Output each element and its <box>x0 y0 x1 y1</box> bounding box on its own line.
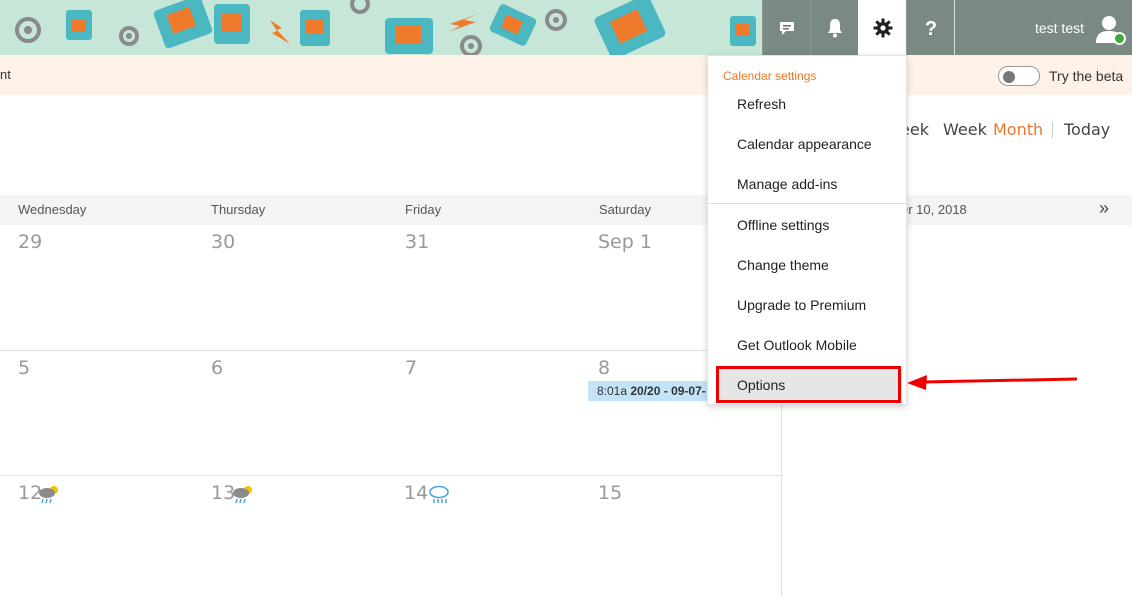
menu-separator <box>708 203 906 204</box>
user-account-button[interactable]: test test <box>955 0 1132 55</box>
day-header: Saturday <box>599 202 652 217</box>
day-cell-number[interactable]: Sep 1 <box>598 231 652 253</box>
toggle-knob <box>1003 71 1015 83</box>
menu-item-change-theme[interactable]: Change theme <box>737 257 829 273</box>
help-icon: ? <box>924 18 936 38</box>
header-actions: ? <box>762 0 954 55</box>
view-month[interactable]: Month <box>993 120 1043 139</box>
online-status-badge <box>1113 31 1126 45</box>
day-header: Wednesday <box>18 202 87 217</box>
notifications-button[interactable] <box>810 0 858 55</box>
menu-title: Calendar settings <box>723 69 817 83</box>
day-header-row: Wednesday Thursday Friday Saturday <box>0 195 781 225</box>
day-cell-number[interactable]: 6 <box>211 357 223 379</box>
week-divider <box>0 475 781 476</box>
menu-item-manage-add-ins[interactable]: Manage add-ins <box>737 176 837 192</box>
menu-item-get-outlook-mobile[interactable]: Get Outlook Mobile <box>737 337 857 353</box>
rain-sun-icon <box>233 486 252 504</box>
day-cell-number[interactable]: 30 <box>211 231 235 253</box>
day-cell-number[interactable]: 8 <box>598 357 610 379</box>
agenda-date: er 10, 2018 <box>901 202 967 217</box>
help-button[interactable]: ? <box>906 0 954 55</box>
day-cell-number[interactable]: 14 <box>404 482 428 504</box>
bell-icon <box>827 18 842 37</box>
calendar-event[interactable]: 8:01a 20/20 - 09-07- <box>588 381 708 401</box>
day-cell-number[interactable]: 31 <box>405 231 429 253</box>
chat-button[interactable] <box>762 0 810 55</box>
rain-icon <box>429 485 449 503</box>
menu-item-calendar-appearance[interactable]: Calendar appearance <box>737 136 872 152</box>
view-week[interactable]: Week <box>943 120 987 139</box>
view-separator <box>1052 122 1053 138</box>
expand-panel-icon[interactable]: » <box>1099 198 1109 219</box>
menu-item-offline-settings[interactable]: Offline settings <box>737 217 829 233</box>
gear-icon <box>873 18 892 37</box>
user-name: test test <box>1034 19 1084 36</box>
rain-sun-icon <box>39 486 58 504</box>
chat-icon <box>779 21 794 35</box>
try-beta-toggle[interactable] <box>998 66 1040 86</box>
annotation-highlight-box <box>716 366 901 403</box>
day-cell-number[interactable]: 15 <box>598 482 622 504</box>
week-divider <box>0 350 781 351</box>
top-header: ? test test <box>0 0 1132 55</box>
try-beta-label: Try the beta <box>1049 68 1124 84</box>
day-cell-number[interactable]: 29 <box>18 231 42 253</box>
menu-item-refresh[interactable]: Refresh <box>737 96 786 112</box>
annotation-arrow <box>907 375 1078 390</box>
notification-text: nt <box>0 67 11 82</box>
menu-item-upgrade-to-premium[interactable]: Upgrade to Premium <box>737 297 866 313</box>
notification-bar: nt <box>0 55 1132 95</box>
robot-theme-banner <box>15 0 756 55</box>
event-time: 8:01a <box>597 384 628 398</box>
event-title: 20/20 - 09-07- <box>630 384 706 398</box>
day-header: Thursday <box>211 202 266 217</box>
day-cell-number[interactable]: 5 <box>18 357 30 379</box>
today-button[interactable]: Today <box>1064 120 1110 139</box>
settings-button[interactable] <box>858 0 906 55</box>
calendar-settings-menu: Calendar settings Refresh Calendar appea… <box>707 55 907 405</box>
day-cell-number[interactable]: 7 <box>405 357 417 379</box>
day-header: Friday <box>405 202 442 217</box>
svg-text:?: ? <box>924 18 936 38</box>
avatar <box>1094 13 1126 45</box>
